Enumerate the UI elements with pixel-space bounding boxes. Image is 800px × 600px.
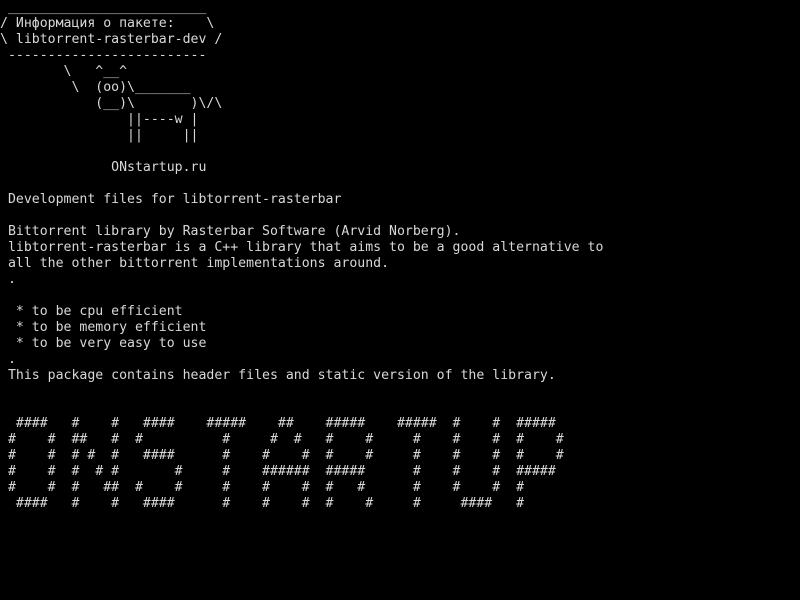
banner-line-1: #### # # #### ##### ## ##### ##### # # #… (0, 416, 556, 431)
cow-art-line-4: ||----w | (0, 112, 199, 127)
terminal-screen[interactable]: _________________________ / Информация о… (0, 0, 800, 600)
cow-art-line-5: || || (0, 128, 199, 143)
cowsay-bottom-border: ------------------------- (0, 48, 207, 63)
description-line-1: Bittorrent library by Rasterbar Software… (0, 224, 461, 239)
banner-line-2: # # ## # # # # # # # # # # # # (0, 432, 564, 447)
cow-art-line-1: \ ^__^ (0, 64, 128, 79)
package-summary: Development files for libtorrent-rasterb… (0, 192, 342, 207)
feature-bullet-2: * to be memory efficient (0, 320, 207, 335)
description-separator-1: . (0, 272, 16, 287)
cowsay-top-border: _________________________ (0, 0, 207, 15)
banner-line-6: #### # # #### # # # # # # #### # (0, 496, 525, 511)
site-signature: ONstartup.ru (0, 160, 207, 175)
description-line-4: This package contains header files and s… (0, 368, 556, 383)
banner-line-5: # # # ## # # # # # # # # # # # (0, 480, 525, 495)
cow-art-line-3: (__)\ )\/\ (0, 96, 223, 111)
description-line-3: all the other bittorrent implementations… (0, 256, 390, 271)
cowsay-line-1: / Информация о пакете: \ (0, 16, 215, 31)
description-line-2: libtorrent-rasterbar is a C++ library th… (0, 240, 604, 255)
feature-bullet-3: * to be very easy to use (0, 336, 207, 351)
description-separator-2: . (0, 352, 16, 367)
cowsay-line-2: \ libtorrent-rasterbar-dev / (0, 32, 223, 47)
banner-line-3: # # # # # #### # # # # # # # # # # (0, 448, 564, 463)
cow-art-line-2: \ (oo)\_______ (0, 80, 191, 95)
feature-bullet-1: * to be cpu efficient (0, 304, 183, 319)
banner-line-4: # # # # # # # ###### ##### # # # ##### (0, 464, 556, 479)
